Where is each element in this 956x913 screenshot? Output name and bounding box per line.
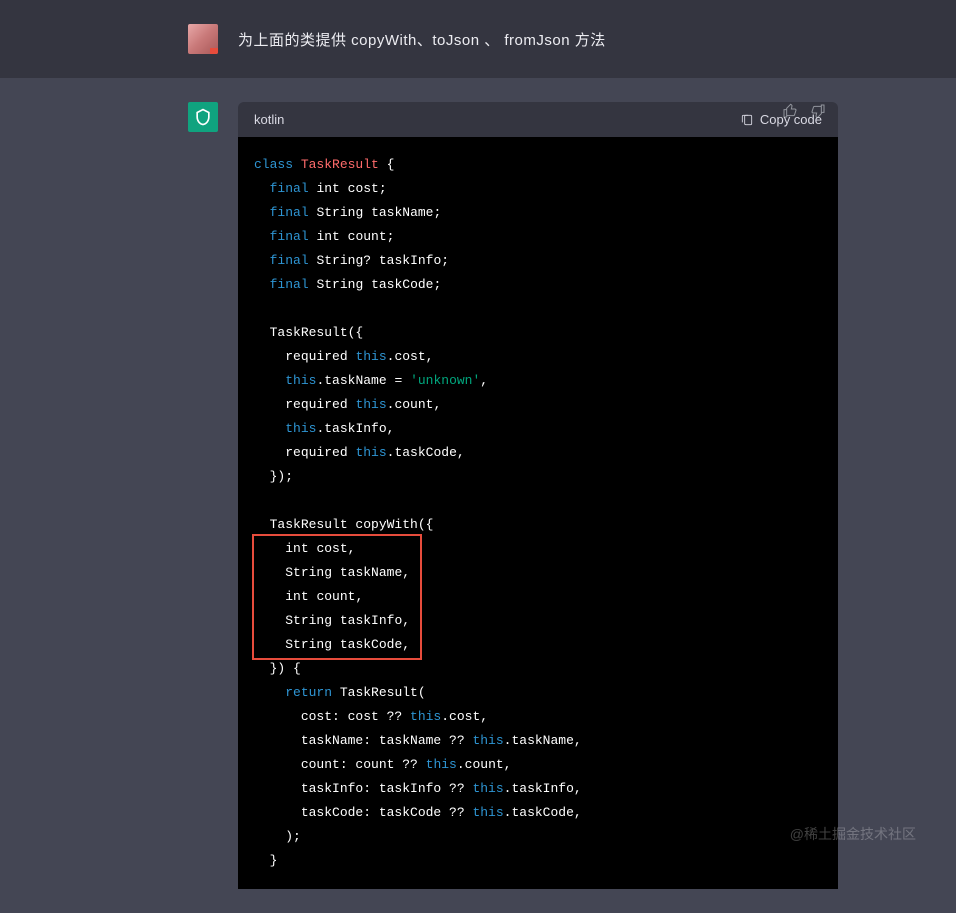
code-block: kotlin Copy code class TaskResult { fina… [238,102,838,889]
code-content[interactable]: class TaskResult { final int cost; final… [238,137,838,889]
code-header: kotlin Copy code [238,102,838,137]
openai-logo-icon [193,107,213,127]
thumbs-up-icon [782,103,798,119]
thumbs-down-button[interactable] [808,102,828,122]
assistant-message-row: kotlin Copy code class TaskResult { fina… [68,78,888,913]
assistant-avatar [188,102,218,132]
feedback-buttons [780,102,828,122]
thumbs-up-button[interactable] [780,102,800,122]
thumbs-down-icon [810,103,826,119]
code-language-label: kotlin [254,112,284,127]
user-avatar [188,24,218,54]
user-message-text: 为上面的类提供 copyWith、toJson 、 fromJson 方法 [238,29,606,50]
user-message-row: 为上面的类提供 copyWith、toJson 、 fromJson 方法 [68,0,888,78]
clipboard-icon [740,113,754,127]
